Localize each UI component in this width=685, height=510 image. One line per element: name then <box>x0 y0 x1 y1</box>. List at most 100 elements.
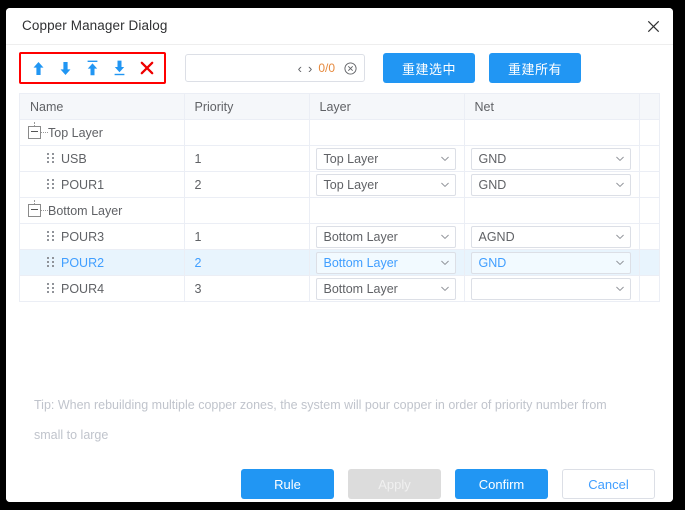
net-select[interactable] <box>470 277 631 300</box>
cell-name[interactable]: POUR3 <box>20 223 185 250</box>
cell-net[interactable]: GND <box>464 145 640 172</box>
cell-priority[interactable] <box>184 119 310 146</box>
tree-collapse-icon[interactable] <box>28 200 41 217</box>
cell-name[interactable]: Top Layer <box>20 119 185 146</box>
table-row[interactable]: Bottom Layer <box>20 197 659 224</box>
chevron-down-icon[interactable] <box>440 155 449 163</box>
column-header-net[interactable]: Net <box>464 94 640 120</box>
column-header-priority[interactable]: Priority <box>184 94 310 120</box>
priority-value: 2 <box>194 255 202 270</box>
group-label: Bottom Layer <box>48 203 123 218</box>
cell-priority[interactable]: 1 <box>184 145 310 172</box>
table-row[interactable]: Top Layer <box>20 119 659 146</box>
rebuild-all-button[interactable]: 重建所有 <box>489 53 581 83</box>
search-input[interactable] <box>186 56 287 80</box>
tree-item-row[interactable]: POUR4 <box>20 276 184 301</box>
tree-item-row[interactable]: POUR2 <box>20 250 184 275</box>
drag-handle-icon[interactable] <box>47 257 54 268</box>
cell-priority[interactable] <box>184 197 310 224</box>
layer-select-value: Top Layer <box>323 151 379 166</box>
tree-item-row[interactable]: POUR1 <box>20 172 184 197</box>
cell-name[interactable]: Bottom Layer <box>20 197 185 224</box>
move-up-icon[interactable] <box>25 57 52 79</box>
dialog-titlebar: Copper Manager Dialog <box>6 8 673 45</box>
apply-button[interactable]: Apply <box>348 469 441 499</box>
cell-priority[interactable]: 1 <box>184 223 310 250</box>
table-row[interactable]: POUR4 3 Bottom Layer <box>20 275 659 302</box>
net-select-value: GND <box>478 255 507 270</box>
search-next-icon[interactable]: › <box>308 62 312 75</box>
chevron-down-icon[interactable] <box>615 155 624 163</box>
net-select[interactable]: GND <box>470 251 631 274</box>
cell-priority[interactable]: 3 <box>184 275 310 302</box>
tree-group-row[interactable]: Bottom Layer <box>20 198 184 223</box>
cell-layer[interactable]: Top Layer <box>309 171 465 198</box>
cell-priority[interactable]: 2 <box>184 249 310 276</box>
move-to-top-icon[interactable] <box>79 57 106 79</box>
copper-manager-dialog: Copper Manager Dialog ‹ › 0/0 重建选中 重建所有 … <box>6 8 673 502</box>
move-to-bottom-icon[interactable] <box>106 57 133 79</box>
cell-layer[interactable]: Top Layer <box>309 145 465 172</box>
table-row[interactable]: POUR2 2 Bottom Layer GND <box>20 249 659 276</box>
tree-item-row[interactable]: USB <box>20 146 184 171</box>
copper-zone-table: Name Priority Layer Net Top Layer USB 1 Top… <box>19 93 660 302</box>
chevron-down-icon[interactable] <box>440 233 449 241</box>
tree-group-row[interactable]: Top Layer <box>20 120 184 145</box>
chevron-down-icon[interactable] <box>440 181 449 189</box>
priority-value: 2 <box>194 177 202 192</box>
cell-net[interactable]: GND <box>464 171 640 198</box>
tree-item-row[interactable]: POUR3 <box>20 224 184 249</box>
cell-net[interactable]: GND <box>464 249 640 276</box>
cell-net[interactable] <box>464 275 640 302</box>
cell-layer[interactable]: Bottom Layer <box>309 249 465 276</box>
cell-name[interactable]: USB <box>20 145 185 172</box>
search-prev-icon[interactable]: ‹ <box>298 62 302 75</box>
drag-handle-icon[interactable] <box>47 231 54 242</box>
net-select[interactable]: GND <box>470 147 631 170</box>
cell-priority[interactable]: 2 <box>184 171 310 198</box>
tree-collapse-icon[interactable] <box>28 122 41 139</box>
cell-name[interactable]: POUR2 <box>20 249 185 276</box>
column-header-name[interactable]: Name <box>20 94 185 120</box>
layer-select[interactable]: Bottom Layer <box>315 277 456 300</box>
cancel-button[interactable]: Cancel <box>562 469 655 499</box>
rule-button[interactable]: Rule <box>241 469 334 499</box>
confirm-button[interactable]: Confirm <box>455 469 548 499</box>
cell-net[interactable]: AGND <box>464 223 640 250</box>
column-header-spacer <box>639 94 659 120</box>
cell-net[interactable] <box>464 119 640 146</box>
cell-name[interactable]: POUR4 <box>20 275 185 302</box>
drag-handle-icon[interactable] <box>47 179 54 190</box>
rebuild-selected-button[interactable]: 重建选中 <box>383 53 475 83</box>
chevron-down-icon[interactable] <box>615 233 624 241</box>
layer-select[interactable]: Top Layer <box>315 147 456 170</box>
cell-net[interactable] <box>464 197 640 224</box>
net-select[interactable]: GND <box>470 173 631 196</box>
move-down-icon[interactable] <box>52 57 79 79</box>
layer-select[interactable]: Top Layer <box>315 173 456 196</box>
net-select[interactable]: AGND <box>470 225 631 248</box>
chevron-down-icon[interactable] <box>440 259 449 267</box>
layer-select[interactable]: Bottom Layer <box>315 225 456 248</box>
close-icon[interactable] <box>641 14 665 38</box>
cell-layer[interactable] <box>309 119 465 146</box>
chevron-down-icon[interactable] <box>615 181 624 189</box>
drag-handle-icon[interactable] <box>47 153 54 164</box>
net-select-value: GND <box>478 177 507 192</box>
clear-circle-icon[interactable] <box>343 61 357 75</box>
cell-layer[interactable]: Bottom Layer <box>309 275 465 302</box>
delete-icon[interactable] <box>133 57 160 79</box>
table-row[interactable]: USB 1 Top Layer GND <box>20 145 659 172</box>
drag-handle-icon[interactable] <box>47 283 54 294</box>
chevron-down-icon[interactable] <box>615 259 624 267</box>
cell-layer[interactable] <box>309 197 465 224</box>
cell-name[interactable]: POUR1 <box>20 171 185 198</box>
table-row[interactable]: POUR3 1 Bottom Layer AGND <box>20 223 659 250</box>
column-header-layer[interactable]: Layer <box>309 94 465 120</box>
chevron-down-icon[interactable] <box>615 285 624 293</box>
table-row[interactable]: POUR1 2 Top Layer GND <box>20 171 659 198</box>
chevron-down-icon[interactable] <box>440 285 449 293</box>
tree-connector <box>41 131 48 134</box>
cell-layer[interactable]: Bottom Layer <box>309 223 465 250</box>
layer-select[interactable]: Bottom Layer <box>315 251 456 274</box>
